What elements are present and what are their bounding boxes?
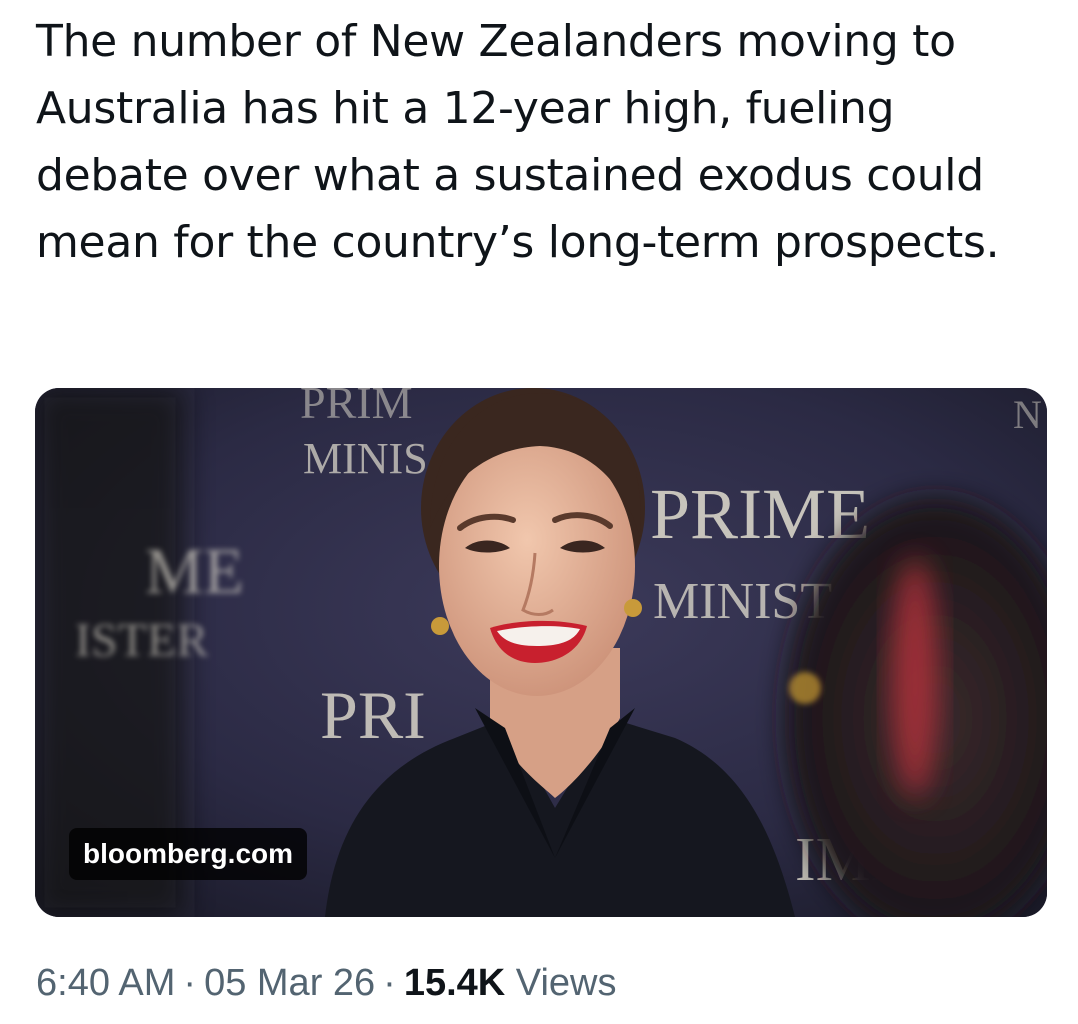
views-label: Views xyxy=(515,962,617,1004)
backdrop-word-1: PRIM xyxy=(300,388,412,428)
backdrop-word-7: PRI xyxy=(320,677,426,753)
backdrop-word-2: MINIS xyxy=(303,434,428,483)
backdrop-word-3: ME xyxy=(145,535,244,608)
foreground-red-blur xyxy=(891,558,939,798)
backdrop-word-4: ISTER xyxy=(75,614,208,667)
meta-separator-2: · xyxy=(383,962,396,1004)
tweet-time[interactable]: 6:40 AM xyxy=(36,962,175,1004)
tweet-meta: 6:40 AM · 05 Mar 26 · 15.4K Views xyxy=(36,958,616,1008)
views-count[interactable]: 15.4K xyxy=(404,962,505,1004)
backdrop-word-9: N xyxy=(1013,392,1042,437)
tweet-date[interactable]: 05 Mar 26 xyxy=(204,962,375,1004)
foreground-gold-blur xyxy=(789,672,821,704)
link-card[interactable]: PRIM MINIS ME ISTER PRIME MINIST PRI IME… xyxy=(35,388,1047,917)
domain-badge[interactable]: bloomberg.com xyxy=(69,828,308,880)
meta-separator-1: · xyxy=(183,962,197,1004)
tweet-text: The number of New Zealanders moving to A… xyxy=(36,16,1000,268)
backdrop-word-5: PRIME xyxy=(650,474,870,554)
